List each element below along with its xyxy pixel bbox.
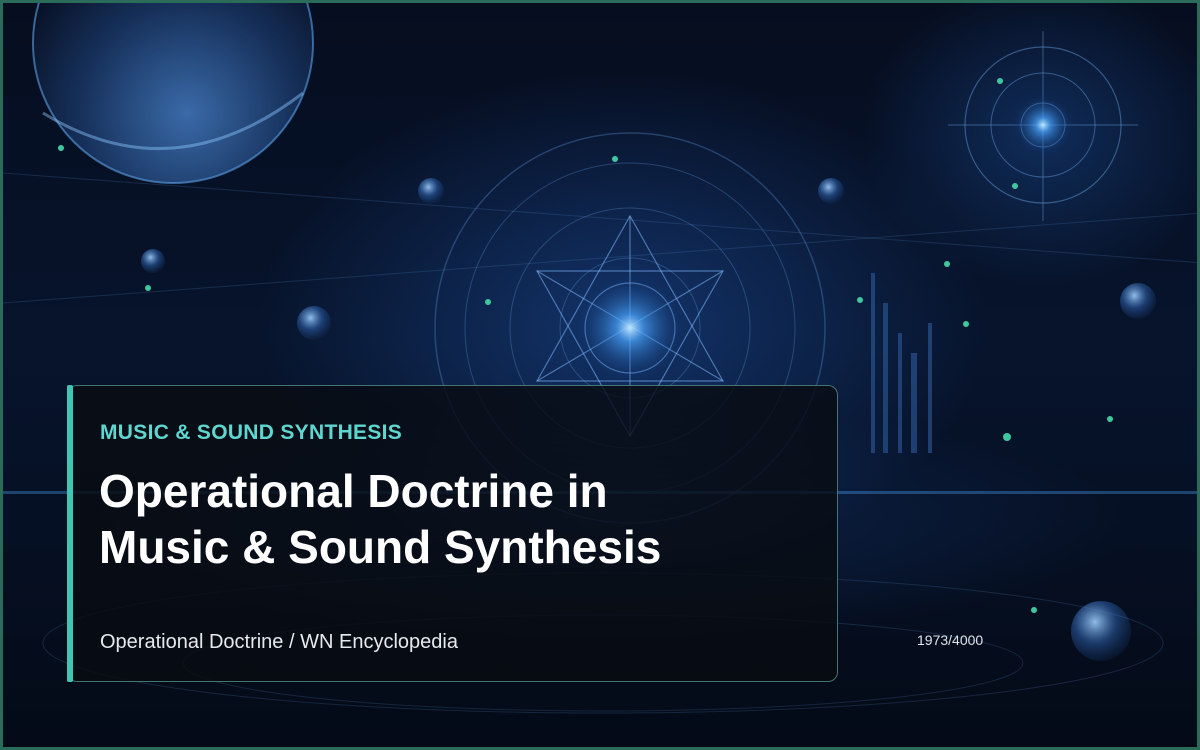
page-title: Operational Doctrine in Music & Sound Sy… <box>99 463 819 575</box>
city-spires <box>871 273 932 453</box>
page-counter: 1973/4000 <box>917 632 984 648</box>
source-breadcrumb: Operational Doctrine / WN Encyclopedia <box>100 631 458 653</box>
category-label: MUSIC & SOUND SYNTHESIS <box>100 421 403 444</box>
reticle-glow <box>1013 95 1073 155</box>
card-accent-bar <box>67 385 73 682</box>
title-line-2: Music & Sound Synthesis <box>99 521 662 573</box>
planet-illustration <box>32 3 314 184</box>
slide-frame: MUSIC & SOUND SYNTHESIS Operational Doct… <box>0 0 1200 750</box>
central-glow <box>575 273 685 383</box>
title-line-1: Operational Doctrine in <box>99 465 608 517</box>
